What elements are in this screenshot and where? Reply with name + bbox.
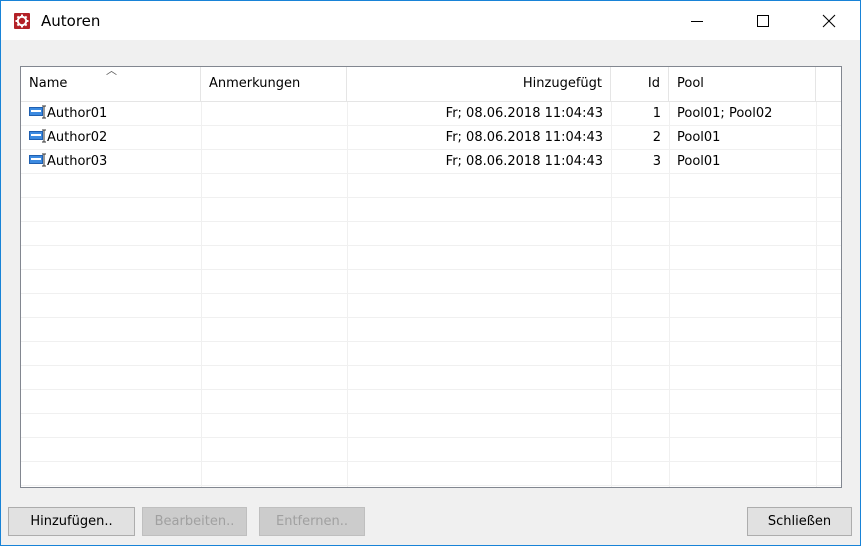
column-header-added-label: Hinzugefügt bbox=[522, 76, 602, 91]
author-icon bbox=[29, 105, 46, 119]
title-bar[interactable]: Autoren bbox=[1, 1, 860, 40]
column-header-added[interactable]: Hinzugefügt bbox=[347, 67, 611, 101]
list-row[interactable]: Author03 Fr; 08.06.2018 11:04:43 3 Pool0… bbox=[21, 150, 841, 174]
column-header-notes-label: Anmerkungen bbox=[209, 76, 301, 91]
authors-list[interactable]: ︿ Name Anmerkungen Hinzugefügt Id Pool A… bbox=[20, 66, 842, 488]
column-header-id[interactable]: Id bbox=[611, 67, 669, 101]
author-name: Author01 bbox=[47, 106, 108, 121]
empty-row bbox=[21, 462, 841, 486]
empty-row bbox=[21, 198, 841, 222]
row-pool-cell: Pool01 bbox=[677, 130, 721, 145]
column-header-pool-label: Pool bbox=[677, 76, 704, 91]
empty-row bbox=[21, 318, 841, 342]
remove-button[interactable]: Entfernen.. bbox=[259, 507, 365, 536]
sort-ascending-icon: ︿ bbox=[106, 66, 117, 77]
row-name-cell: Author01 bbox=[21, 102, 201, 126]
column-header-name-label: Name bbox=[29, 76, 68, 91]
row-notes-cell bbox=[201, 102, 347, 126]
empty-row bbox=[21, 342, 841, 366]
close-button[interactable]: Schließen bbox=[747, 507, 852, 536]
row-pool-cell: Pool01; Pool02 bbox=[677, 106, 773, 121]
row-notes-cell bbox=[201, 150, 347, 174]
dialog-window: Autoren ︿ Name Anmerkungen Hinzugefügt I… bbox=[0, 0, 861, 546]
close-window-button[interactable] bbox=[807, 1, 851, 40]
author-name: Author03 bbox=[47, 154, 108, 169]
empty-row bbox=[21, 366, 841, 390]
empty-row bbox=[21, 390, 841, 414]
row-added-cell: Fr; 08.06.2018 11:04:43 bbox=[445, 154, 603, 169]
maximize-button[interactable] bbox=[741, 1, 785, 40]
empty-row bbox=[21, 414, 841, 438]
author-icon bbox=[29, 153, 46, 167]
empty-row bbox=[21, 438, 841, 462]
empty-row bbox=[21, 294, 841, 318]
row-id-cell: 1 bbox=[652, 106, 661, 121]
app-gear-icon bbox=[14, 13, 30, 29]
edit-button[interactable]: Bearbeiten.. bbox=[142, 507, 247, 536]
list-header: ︿ Name Anmerkungen Hinzugefügt Id Pool bbox=[21, 67, 841, 102]
maximize-icon bbox=[757, 14, 769, 27]
row-added-cell: Fr; 08.06.2018 11:04:43 bbox=[445, 130, 603, 145]
column-header-id-label: Id bbox=[647, 76, 660, 91]
list-row[interactable]: Author01 Fr; 08.06.2018 11:04:43 1 Pool0… bbox=[21, 102, 841, 126]
add-button[interactable]: Hinzufügen.. bbox=[8, 507, 135, 536]
empty-row bbox=[21, 222, 841, 246]
author-name: Author02 bbox=[47, 130, 108, 145]
row-id-cell: 3 bbox=[652, 154, 661, 169]
row-notes-cell bbox=[201, 126, 347, 150]
empty-row bbox=[21, 174, 841, 198]
minimize-button[interactable] bbox=[675, 1, 719, 40]
row-pool-cell: Pool01 bbox=[677, 154, 721, 169]
row-added-cell: Fr; 08.06.2018 11:04:43 bbox=[445, 106, 603, 121]
list-row[interactable]: Author02 Fr; 08.06.2018 11:04:43 2 Pool0… bbox=[21, 126, 841, 150]
minimize-icon bbox=[691, 20, 703, 22]
column-header-name[interactable]: ︿ Name bbox=[21, 67, 201, 101]
empty-row bbox=[21, 246, 841, 270]
close-icon bbox=[822, 14, 836, 27]
row-name-cell: Author02 bbox=[21, 126, 201, 150]
row-id-cell: 2 bbox=[652, 130, 661, 145]
row-name-cell: Author03 bbox=[21, 150, 201, 174]
column-header-pool[interactable]: Pool bbox=[669, 67, 816, 101]
column-header-notes[interactable]: Anmerkungen bbox=[201, 67, 347, 101]
window-title: Autoren bbox=[41, 12, 101, 30]
author-icon bbox=[29, 129, 46, 143]
empty-row bbox=[21, 270, 841, 294]
